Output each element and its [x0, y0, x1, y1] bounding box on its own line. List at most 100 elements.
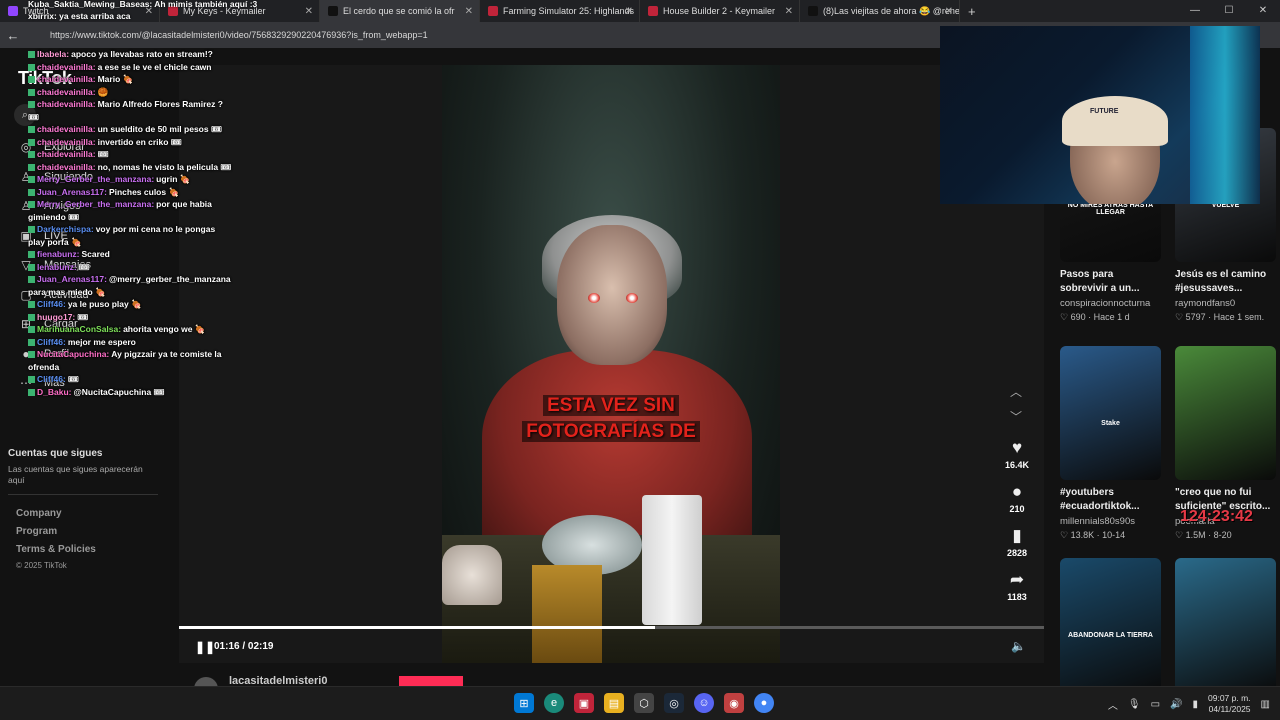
volume-icon[interactable]: 🔈 — [1011, 639, 1026, 653]
video-bowl — [442, 545, 502, 605]
like-count: 13.8K — [1070, 530, 1095, 540]
video-juice-glass — [532, 565, 602, 663]
chat-username: NucitaCapuchina: — [37, 349, 110, 359]
chat-username: chaidevainilla: — [37, 161, 96, 172]
chat-message: MarihuanaConSalsa: ahorita vengo we 🍖 — [28, 323, 233, 336]
video-title[interactable]: Jesús es el camino #jesussaves... — [1175, 268, 1276, 296]
heart-outline-icon: ♡ — [1175, 530, 1186, 540]
bookmark-icon[interactable]: ▮ — [1000, 526, 1034, 546]
comment-action[interactable]: ● 210 — [1000, 482, 1034, 514]
footer-link-program[interactable]: Program — [16, 526, 57, 537]
share-action[interactable]: ➦ 1183 — [1000, 570, 1034, 602]
heart-action[interactable]: ♥ 16.4K — [1000, 438, 1034, 470]
chat-text: 🎟 — [67, 374, 79, 384]
video-thumbnail[interactable] — [1175, 346, 1276, 480]
url-field[interactable]: https://www.tiktok.com/@lacasitadelmiste… — [50, 30, 428, 40]
recommended-video-card[interactable] — [1175, 558, 1276, 692]
epic-games-icon[interactable]: ⬡ — [634, 693, 654, 713]
stream-timer: 124:23:42 — [1180, 508, 1253, 525]
browser-tab[interactable]: House Builder 2 - Keymailer ✕ — [640, 0, 800, 22]
file-explorer-icon[interactable]: ▤ — [604, 693, 624, 713]
close-window-icon[interactable]: ✕ — [1246, 0, 1280, 22]
separator: · — [1205, 312, 1214, 322]
minimize-icon[interactable]: — — [1178, 0, 1212, 22]
action-count: 2828 — [1006, 548, 1028, 558]
next-video-icon[interactable]: ﹀ — [1010, 408, 1022, 425]
clock-date: 04/11/2025 — [1208, 704, 1251, 714]
tab-close-icon[interactable]: ✕ — [945, 6, 953, 17]
video-milk-glass — [642, 495, 702, 625]
new-tab-button[interactable]: + — [968, 4, 976, 19]
video-title[interactable]: Pasos para sobrevivir a un... — [1060, 268, 1161, 296]
stream-chat-top: Kuba_Saktia_Mewing_Baseas: Ah mimis tamb… — [28, 0, 257, 22]
notification-icon[interactable]: ▥ — [1261, 699, 1270, 710]
tab-close-icon[interactable]: ✕ — [785, 6, 793, 17]
video-author[interactable]: millennials80s90s — [1060, 516, 1161, 527]
chat-badge-icon — [28, 63, 35, 71]
steam-icon[interactable]: ◎ — [664, 693, 684, 713]
chat-message: chaidevainilla: no, nomas he visto la pel… — [28, 161, 233, 174]
footer-link-company[interactable]: Company — [16, 508, 62, 519]
chat-text: Pinches culos 🍖 — [108, 186, 180, 197]
video-thumbnail[interactable]: ABANDONAR LA TIERRA — [1060, 558, 1161, 692]
progress-bar[interactable] — [179, 626, 1044, 629]
share-icon[interactable]: ➦ — [1000, 570, 1034, 590]
chat-text: Scared — [81, 249, 110, 259]
battery-icon[interactable]: ▮ — [1193, 699, 1199, 710]
chat-badge-icon — [28, 151, 35, 159]
video-frame[interactable]: ESTA VEZ SIN FOTOGRAFÍAS DE — [442, 65, 780, 663]
heart-icon[interactable]: ♥ — [1000, 438, 1034, 458]
previous-video-icon[interactable]: ︿ — [1010, 383, 1022, 400]
footer-link-terms[interactable]: Terms & Policies — [16, 544, 96, 555]
chat-username: Merry_Gerber_the_manzana: — [37, 199, 155, 209]
chat-username: fienabunz: — [37, 249, 80, 259]
maximize-icon[interactable]: ☐ — [1212, 0, 1246, 22]
video-age: 8-20 — [1213, 530, 1232, 540]
speaker-icon[interactable]: 🔊 — [1170, 699, 1182, 710]
chat-text: 🥮 — [97, 86, 109, 97]
twitch-icon — [8, 6, 18, 16]
chat-message: chaidevainilla: un sueldito de 50 mil pes… — [28, 123, 233, 136]
windows-start-icon[interactable]: ⊞ — [514, 693, 534, 713]
bookmark-action[interactable]: ▮ 2828 — [1000, 526, 1034, 558]
video-author[interactable]: raymondfans0 — [1175, 298, 1276, 309]
video-title[interactable]: #youtubers #ecuadortiktok... — [1060, 486, 1161, 514]
system-clock[interactable]: 09:07 p. m. 04/11/2025 — [1208, 693, 1251, 715]
comment-icon[interactable]: ● — [1000, 482, 1034, 502]
chat-message: chaidevainilla: Mario 🍖 — [28, 73, 233, 86]
recommended-video-card[interactable]: Stake #youtubers #ecuadortiktok... millenn… — [1060, 346, 1161, 541]
microphone-icon[interactable]: 🎙 — [1128, 699, 1141, 710]
action-count: 1183 — [1007, 592, 1027, 602]
chat-username: Cliff46: — [37, 374, 66, 384]
browser-tab[interactable]: (8)Las viejitas de ahora 😂 @rene ✕ — [800, 0, 960, 22]
video-author[interactable]: conspiracionnocturna — [1060, 298, 1161, 309]
chat-text: 🎟 — [78, 261, 90, 272]
video-figure-face — [557, 225, 667, 365]
network-icon[interactable]: ▭ — [1151, 699, 1160, 710]
pause-icon[interactable]: ❚❚ — [195, 640, 215, 654]
follow-button[interactable] — [399, 676, 463, 686]
edge-icon[interactable]: e — [544, 693, 564, 713]
recommended-video-card[interactable]: ABANDONAR LA TIERRA — [1060, 558, 1161, 692]
tab-close-icon[interactable]: ✕ — [305, 6, 313, 17]
video-player[interactable]: ESTA VEZ SIN FOTOGRAFÍAS DE ❚❚ 01:16 / 0… — [179, 65, 1044, 663]
tray-chevron-icon[interactable]: ︿ — [1108, 697, 1118, 712]
chat-badge-icon — [28, 176, 35, 184]
discord-icon[interactable]: ☺ — [694, 693, 714, 713]
chat-username: D_Baku: — [37, 386, 72, 397]
browser-tab[interactable]: El cerdo que se comió la ofr ✕ — [320, 0, 480, 22]
video-time: 01:16 / 02:19 — [214, 641, 274, 652]
chrome-icon[interactable]: ● — [754, 693, 774, 713]
back-arrow-icon[interactable]: ← — [0, 28, 26, 43]
obs-icon[interactable]: ◉ — [724, 693, 744, 713]
chat-message: NucitaCapuchina: Ay pigzzair ya te comist… — [28, 348, 233, 373]
chat-username: Darkerchispa: — [37, 224, 94, 234]
like-count: 1.5M — [1185, 530, 1206, 540]
video-thumbnail[interactable]: Stake — [1060, 346, 1161, 480]
video-thumbnail[interactable] — [1175, 558, 1276, 692]
app-icon[interactable]: ▣ — [574, 693, 594, 713]
streamer-beanie — [1062, 96, 1168, 146]
tab-close-icon[interactable]: ✕ — [465, 6, 473, 17]
tab-close-icon[interactable]: ✕ — [625, 6, 633, 17]
browser-tab[interactable]: Farming Simulator 25: Highlands ✕ — [480, 0, 640, 22]
